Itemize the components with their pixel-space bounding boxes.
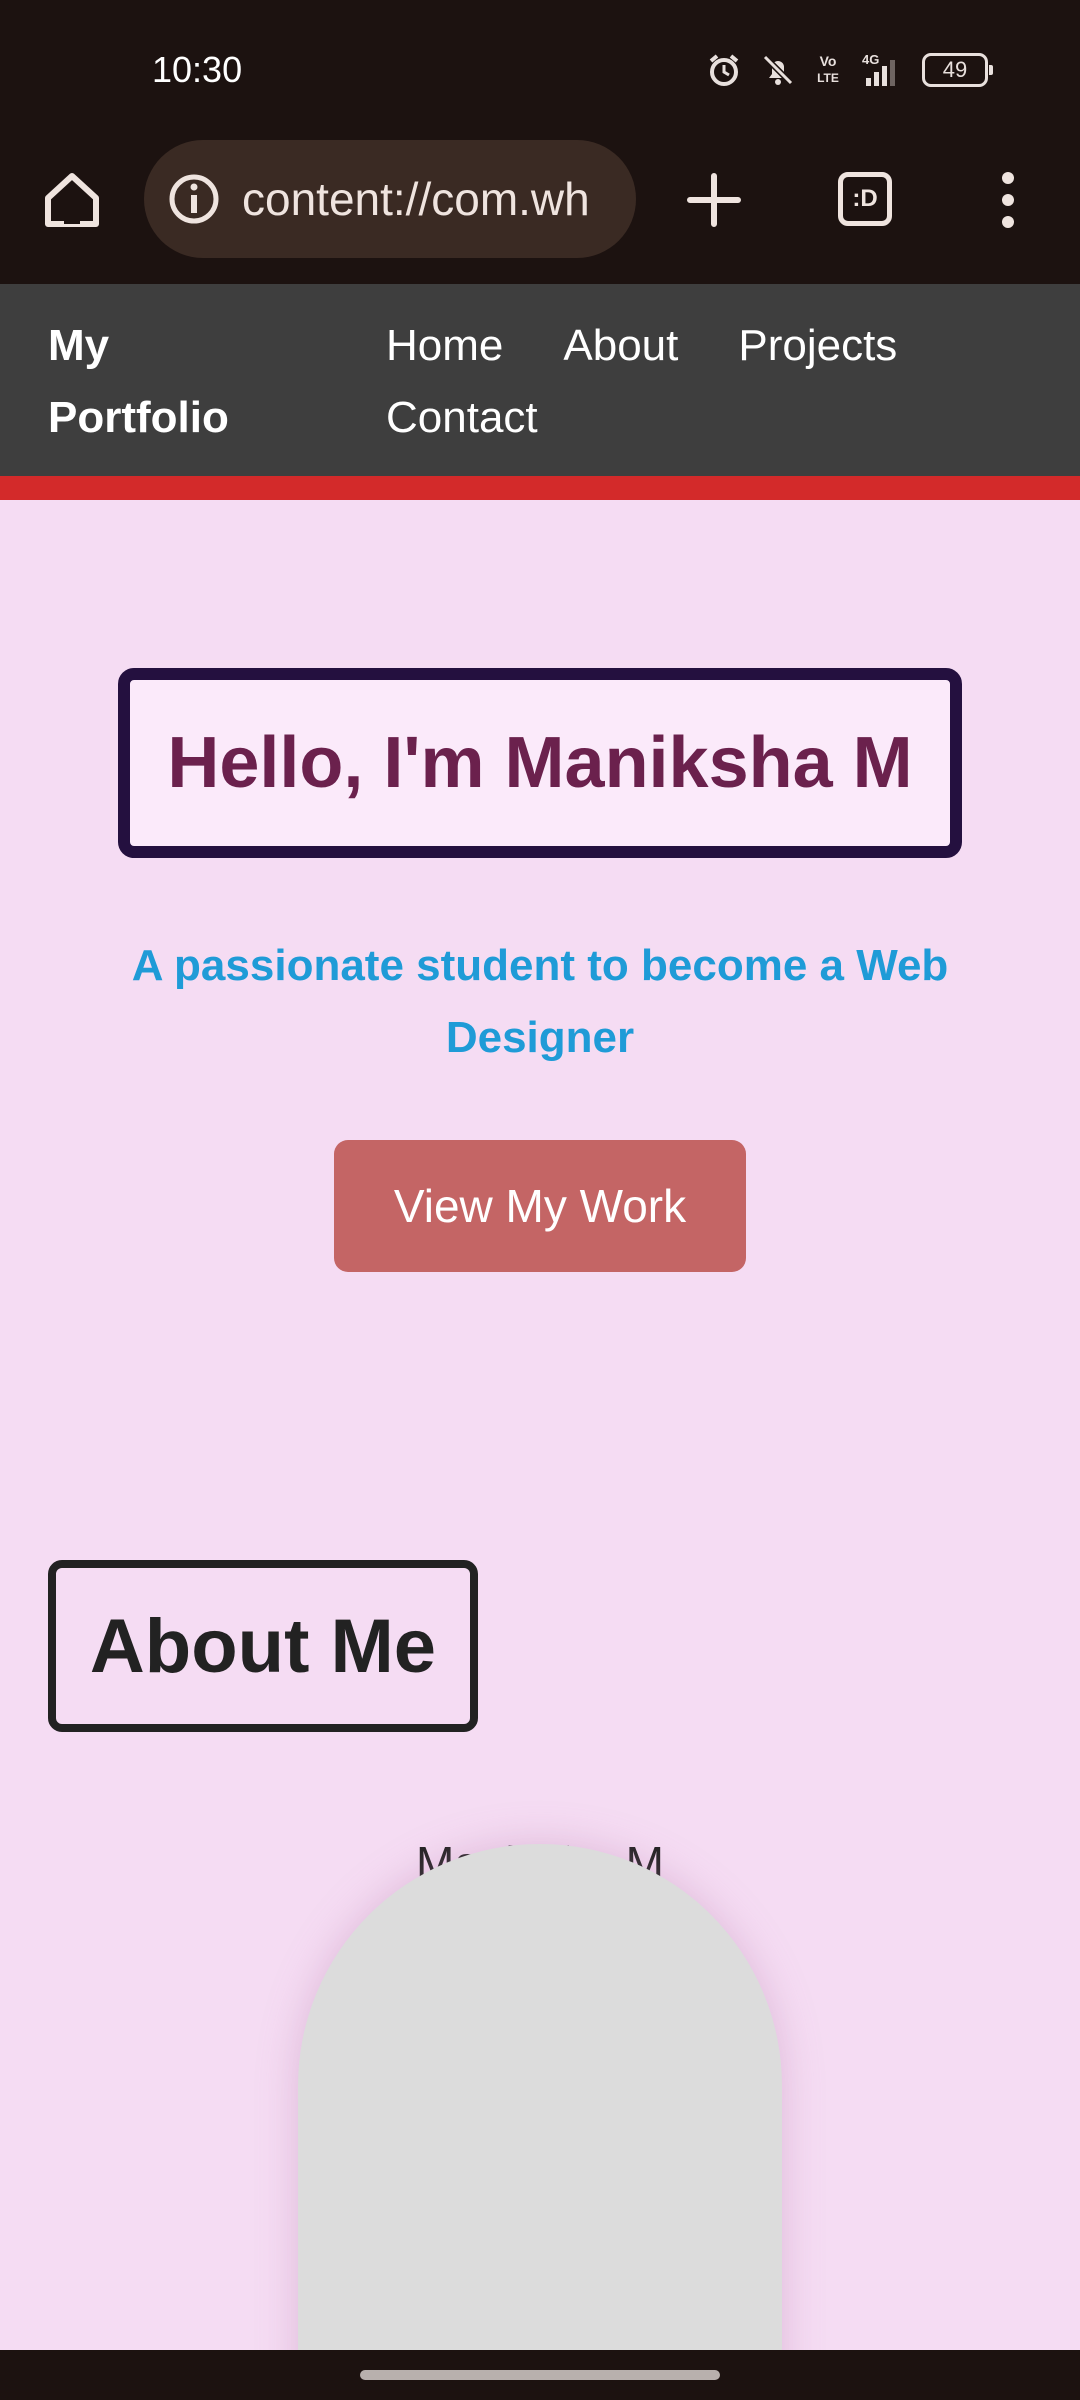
home-icon [45, 173, 99, 227]
signal-4g-icon: 4G [860, 52, 904, 88]
status-bar: 10:30 Vo LTE 4G 49 [0, 0, 1080, 140]
page-content: Hello, I'm Maniksha M A passionate stude… [0, 500, 1080, 2350]
view-my-work-button[interactable]: View My Work [334, 1140, 746, 1272]
site-navbar: My Portfolio Home About Projects Contact [0, 284, 1080, 476]
info-icon[interactable] [166, 171, 222, 227]
url-bar[interactable]: content://com.wh [144, 140, 636, 258]
hero-title: Hello, I'm Maniksha M [167, 723, 913, 803]
hero-subtitle: A passionate student to become a Web Des… [131, 941, 949, 1062]
volte-icon: Vo LTE [814, 52, 842, 88]
nav-accent-bar [0, 476, 1080, 500]
tabs-icon: :D [852, 185, 878, 212]
about-title: About Me [89, 1603, 437, 1689]
status-time: 10:30 [152, 49, 243, 90]
status-icons: Vo LTE 4G 49 [706, 46, 993, 94]
nav-link-contact[interactable]: Contact [386, 382, 538, 454]
battery-icon: 49 [922, 53, 993, 87]
nav-link-home[interactable]: Home [386, 310, 503, 382]
browser-toolbar: content://com.wh :D [0, 140, 1080, 284]
tab-switcher-button[interactable]: :D [838, 172, 892, 226]
gesture-area [0, 2350, 1080, 2400]
home-button[interactable] [38, 166, 106, 234]
nav-link-about[interactable]: About [563, 310, 678, 382]
gesture-handle[interactable] [360, 2370, 720, 2380]
network-label: 4G [862, 52, 879, 67]
bell-off-icon [760, 52, 796, 88]
svg-text:Vo: Vo [820, 53, 837, 69]
url-text[interactable]: content://com.wh [242, 172, 590, 226]
profile-image [298, 1844, 782, 2350]
site-logo[interactable]: My Portfolio [48, 310, 268, 454]
more-menu-button[interactable] [990, 166, 1026, 234]
hero-title-box: Hello, I'm Maniksha M [118, 668, 962, 858]
nav-link-projects[interactable]: Projects [738, 310, 897, 382]
more-vert-icon [1002, 172, 1014, 228]
alarm-icon [706, 52, 742, 88]
about-title-box: About Me [48, 1560, 478, 1732]
nav-links: Home About Projects Contact [386, 310, 1026, 454]
new-tab-button[interactable] [684, 164, 744, 236]
svg-text:LTE: LTE [817, 71, 839, 85]
plus-icon [687, 173, 741, 227]
